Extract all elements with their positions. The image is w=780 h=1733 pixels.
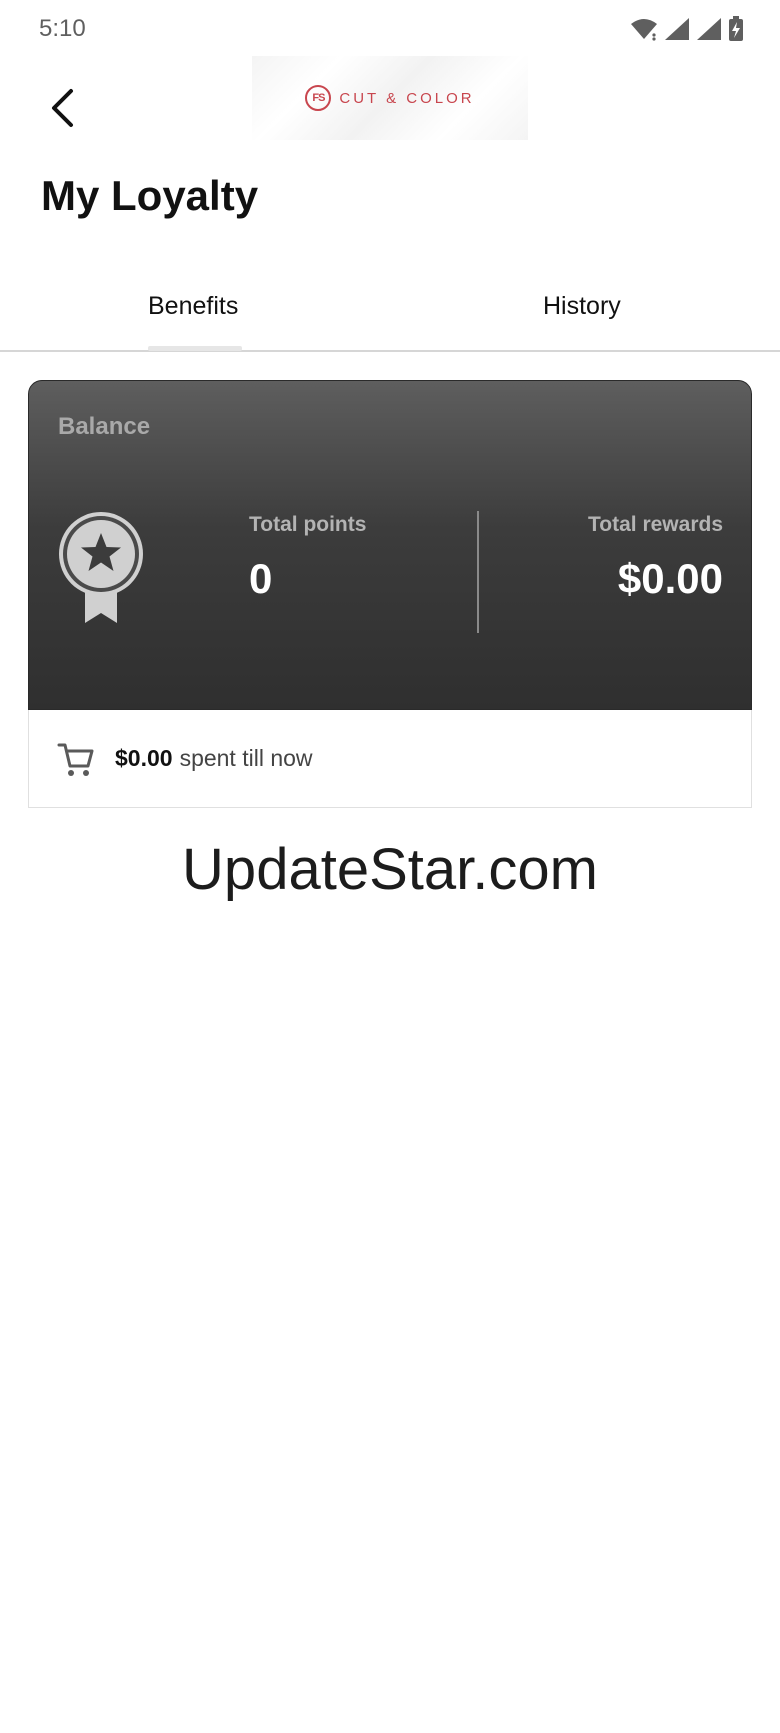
chevron-left-icon <box>52 89 73 127</box>
spent-text: spent till now <box>179 745 313 771</box>
total-rewards: Total rewards $0.00 <box>588 513 723 603</box>
total-rewards-label: Total rewards <box>588 513 723 536</box>
total-points: Total points 0 <box>249 513 366 603</box>
battery-charging-icon <box>729 16 743 41</box>
signal-icon <box>665 18 689 40</box>
tab-benefits[interactable]: Benefits <box>148 292 238 321</box>
card-divider <box>477 511 479 633</box>
back-button[interactable] <box>36 82 88 134</box>
award-medal-icon <box>59 512 143 623</box>
total-points-value: 0 <box>249 555 273 602</box>
spent-summary: $0.00 spent till now <box>28 710 752 808</box>
balance-card: Balance Total points 0 Total rewards $0.… <box>28 380 752 710</box>
status-time: 5:10 <box>39 15 86 42</box>
total-points-label: Total points <box>249 513 367 536</box>
tab-history[interactable]: History <box>543 292 621 321</box>
total-rewards-value: $0.00 <box>617 555 723 602</box>
wifi-icon <box>631 19 657 41</box>
brand-logo: FS CUT & COLOR <box>252 56 528 140</box>
tab-bar: Benefits History <box>0 268 780 352</box>
logo-mark: FS <box>305 85 332 111</box>
status-bar: 5:10 <box>0 0 780 56</box>
spent-amount: $0.00 <box>115 745 173 771</box>
status-icons <box>630 16 744 42</box>
shopping-cart-icon <box>57 743 94 776</box>
logo-text: CUT & COLOR <box>339 89 475 107</box>
signal-icon <box>697 18 721 40</box>
page-title: My Loyalty <box>41 172 259 219</box>
tab-indicator <box>148 346 242 351</box>
balance-label: Balance <box>58 413 151 440</box>
watermark-text: UpdateStar.com <box>182 837 598 902</box>
header: FS CUT & COLOR <box>0 56 780 156</box>
